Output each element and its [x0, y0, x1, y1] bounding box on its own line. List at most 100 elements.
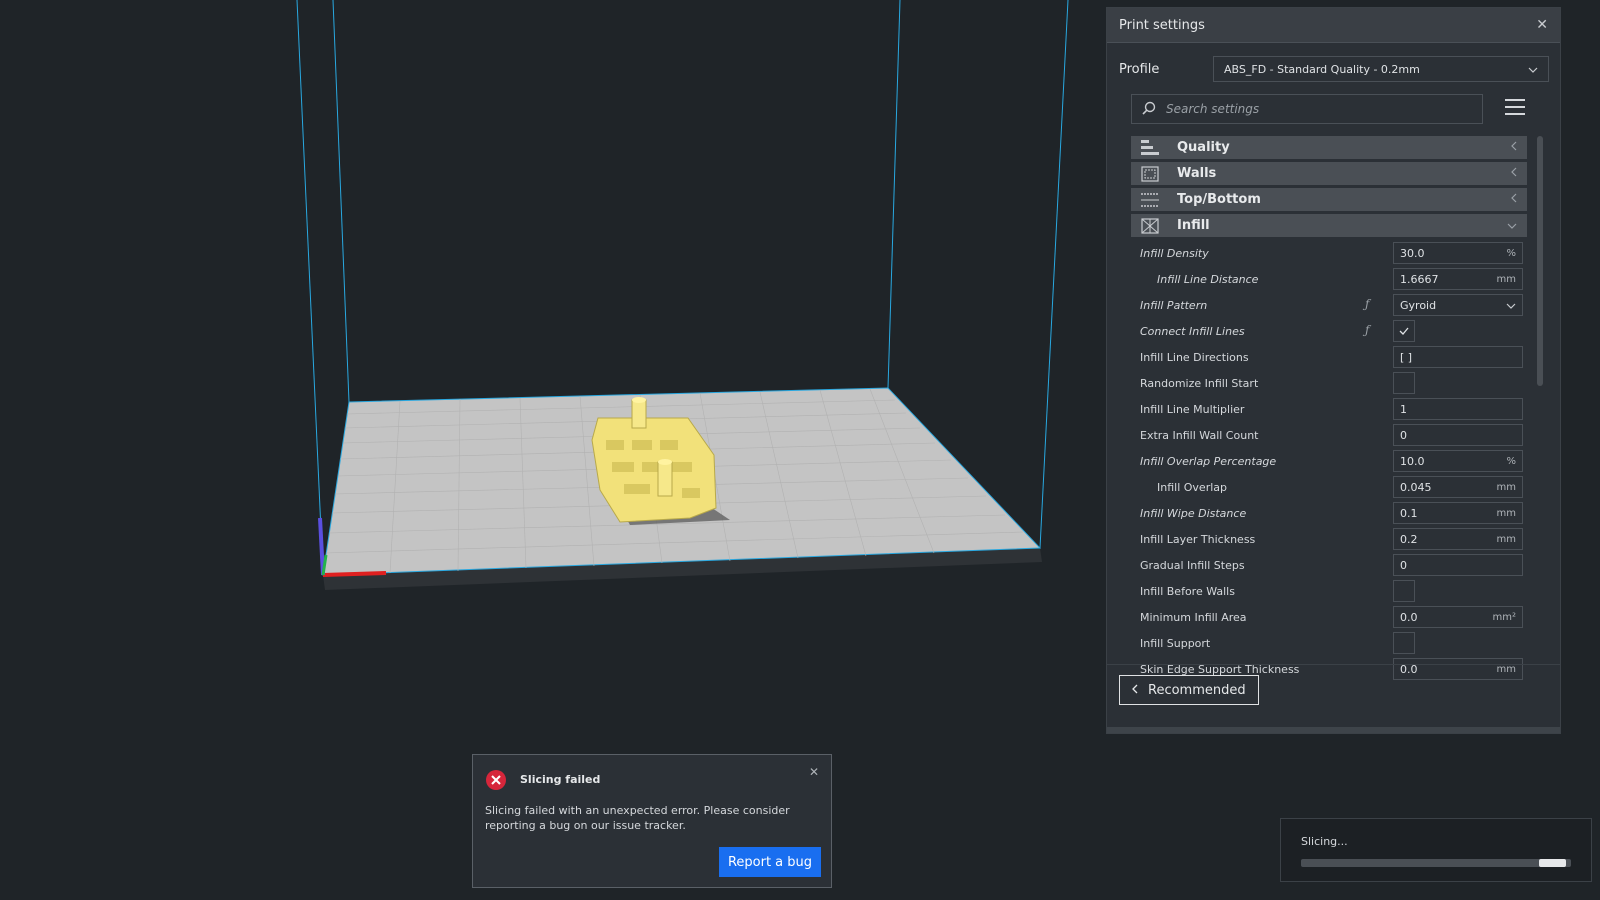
recommended-label: Recommended	[1148, 682, 1246, 698]
setting-row: Infill Support	[1131, 630, 1527, 656]
setting-input[interactable]: 0.2 mm	[1393, 528, 1523, 550]
setting-row: Randomize Infill Start	[1131, 370, 1527, 396]
report-bug-button[interactable]: Report a bug	[719, 847, 821, 877]
category-walls[interactable]: Walls	[1131, 162, 1527, 185]
close-icon[interactable]: ✕	[1536, 17, 1548, 33]
setting-label: Infill Wipe Distance	[1140, 506, 1247, 520]
profile-select[interactable]: ABS_FD - Standard Quality - 0.2mm	[1213, 56, 1549, 82]
settings-scrollbar[interactable]	[1537, 136, 1543, 386]
category-label: Infill	[1177, 218, 1210, 233]
setting-row: Infill Density 30.0%	[1131, 240, 1527, 266]
chevron-left-icon	[1511, 193, 1517, 206]
slicing-progress-box: Slicing...	[1280, 818, 1592, 882]
setting-unit: mm²	[1492, 611, 1517, 623]
progress-bar-fill	[1538, 859, 1566, 867]
setting-value: [ ]	[1400, 350, 1413, 364]
chevron-left-icon	[1132, 683, 1138, 698]
setting-label: Infill Line Directions	[1140, 350, 1249, 364]
setting-label: Infill Line Distance	[1157, 272, 1259, 286]
setting-value: 0	[1400, 558, 1407, 572]
build-volume-edge	[1039, 0, 1069, 549]
setting-unit: %	[1506, 455, 1516, 467]
build-volume-edge	[332, 0, 350, 403]
chevron-left-icon	[1511, 141, 1517, 154]
profile-label: Profile	[1119, 61, 1160, 77]
category-label: Quality	[1177, 140, 1230, 155]
setting-input[interactable]: 0.045 mm	[1393, 476, 1523, 498]
category-infill[interactable]: Infill	[1131, 214, 1527, 237]
setting-input[interactable]: 0	[1393, 424, 1523, 446]
top-bottom-icon	[1141, 192, 1159, 208]
chevron-down-icon	[1507, 219, 1517, 232]
search-box[interactable]	[1131, 94, 1483, 124]
error-icon	[485, 769, 507, 795]
setting-value: 10.0	[1400, 454, 1425, 468]
search-icon	[1142, 100, 1156, 119]
quality-icon	[1141, 139, 1159, 156]
setting-label: Minimum Infill Area	[1140, 610, 1247, 624]
setting-value: 30.0	[1400, 246, 1425, 260]
settings-list[interactable]: Quality Walls Top/Bottom Infill Infill Densi…	[1131, 136, 1527, 680]
close-icon[interactable]: ✕	[809, 765, 819, 779]
setting-row: Gradual Infill Steps 0	[1131, 552, 1527, 578]
setting-row: Infill Pattern ƒ Gyroid	[1131, 292, 1527, 318]
category-top-bottom[interactable]: Top/Bottom	[1131, 188, 1527, 211]
chevron-down-icon	[1528, 63, 1538, 76]
error-title: Slicing failed	[520, 773, 601, 786]
slicing-label: Slicing...	[1301, 835, 1348, 848]
category-label: Top/Bottom	[1177, 192, 1261, 207]
build-volume-edge	[296, 0, 324, 576]
setting-input[interactable]: 0.0 mm²	[1393, 606, 1523, 628]
setting-label: Infill Line Multiplier	[1140, 402, 1245, 416]
category-quality[interactable]: Quality	[1131, 136, 1527, 159]
category-label: Walls	[1177, 166, 1217, 181]
error-message: Slicing failed with an unexpected error.…	[485, 804, 790, 832]
walls-icon	[1141, 165, 1159, 182]
setting-row: Infill Overlap 0.045 mm	[1131, 474, 1527, 500]
profile-value: ABS_FD - Standard Quality - 0.2mm	[1224, 62, 1420, 76]
setting-checkbox[interactable]	[1393, 580, 1415, 602]
panel-resize-handle[interactable]	[1107, 727, 1560, 733]
setting-input[interactable]: 1	[1393, 398, 1523, 420]
panel-header: Print settings ✕	[1107, 8, 1560, 43]
setting-checkbox[interactable]	[1393, 320, 1415, 342]
setting-unit: mm	[1496, 507, 1516, 519]
setting-row: Infill Layer Thickness 0.2 mm	[1131, 526, 1527, 552]
search-input[interactable]	[1164, 101, 1458, 117]
setting-label: Infill Overlap	[1157, 480, 1227, 494]
profile-row: Profile ABS_FD - Standard Quality - 0.2m…	[1119, 56, 1549, 82]
setting-input[interactable]: 0.1 mm	[1393, 502, 1523, 524]
setting-value: 0.045	[1400, 480, 1432, 494]
z-axis-indicator	[318, 517, 325, 576]
setting-row: Infill Line Distance 1.6667 mm	[1131, 266, 1527, 292]
setting-label: Randomize Infill Start	[1140, 376, 1259, 390]
check-icon	[1399, 327, 1409, 335]
setting-input[interactable]: 1.6667 mm	[1393, 268, 1523, 290]
setting-row: Infill Overlap Percentage 10.0%	[1131, 448, 1527, 474]
setting-row: Infill Line Multiplier 1	[1131, 396, 1527, 422]
setting-label: Infill Pattern	[1140, 298, 1208, 312]
panel-footer: Recommended	[1107, 664, 1560, 715]
setting-input[interactable]: 0	[1393, 554, 1523, 576]
settings-menu-icon[interactable]	[1505, 98, 1525, 120]
setting-checkbox[interactable]	[1393, 632, 1415, 654]
setting-checkbox[interactable]	[1393, 372, 1415, 394]
setting-input[interactable]: 30.0%	[1393, 242, 1523, 264]
setting-input[interactable]: 10.0%	[1393, 450, 1523, 472]
setting-input[interactable]: [ ]	[1393, 346, 1523, 368]
panel-title: Print settings	[1119, 17, 1205, 33]
setting-value: 1.6667	[1400, 272, 1439, 286]
setting-unit: mm	[1496, 481, 1516, 493]
setting-value: 0.0	[1400, 610, 1418, 624]
setting-label: Extra Infill Wall Count	[1140, 428, 1259, 442]
setting-label: Infill Density	[1140, 246, 1209, 260]
setting-row: Infill Line Directions [ ]	[1131, 344, 1527, 370]
recommended-button[interactable]: Recommended	[1119, 675, 1259, 705]
setting-row: Infill Before Walls	[1131, 578, 1527, 604]
setting-select[interactable]: Gyroid	[1393, 294, 1523, 316]
setting-value: 0.1	[1400, 506, 1418, 520]
slicing-error-popup: Slicing failed ✕ Slicing failed with an …	[472, 754, 832, 888]
setting-value: 0.2	[1400, 532, 1418, 546]
x-axis-indicator	[322, 571, 387, 577]
setting-label: Infill Layer Thickness	[1140, 532, 1256, 546]
